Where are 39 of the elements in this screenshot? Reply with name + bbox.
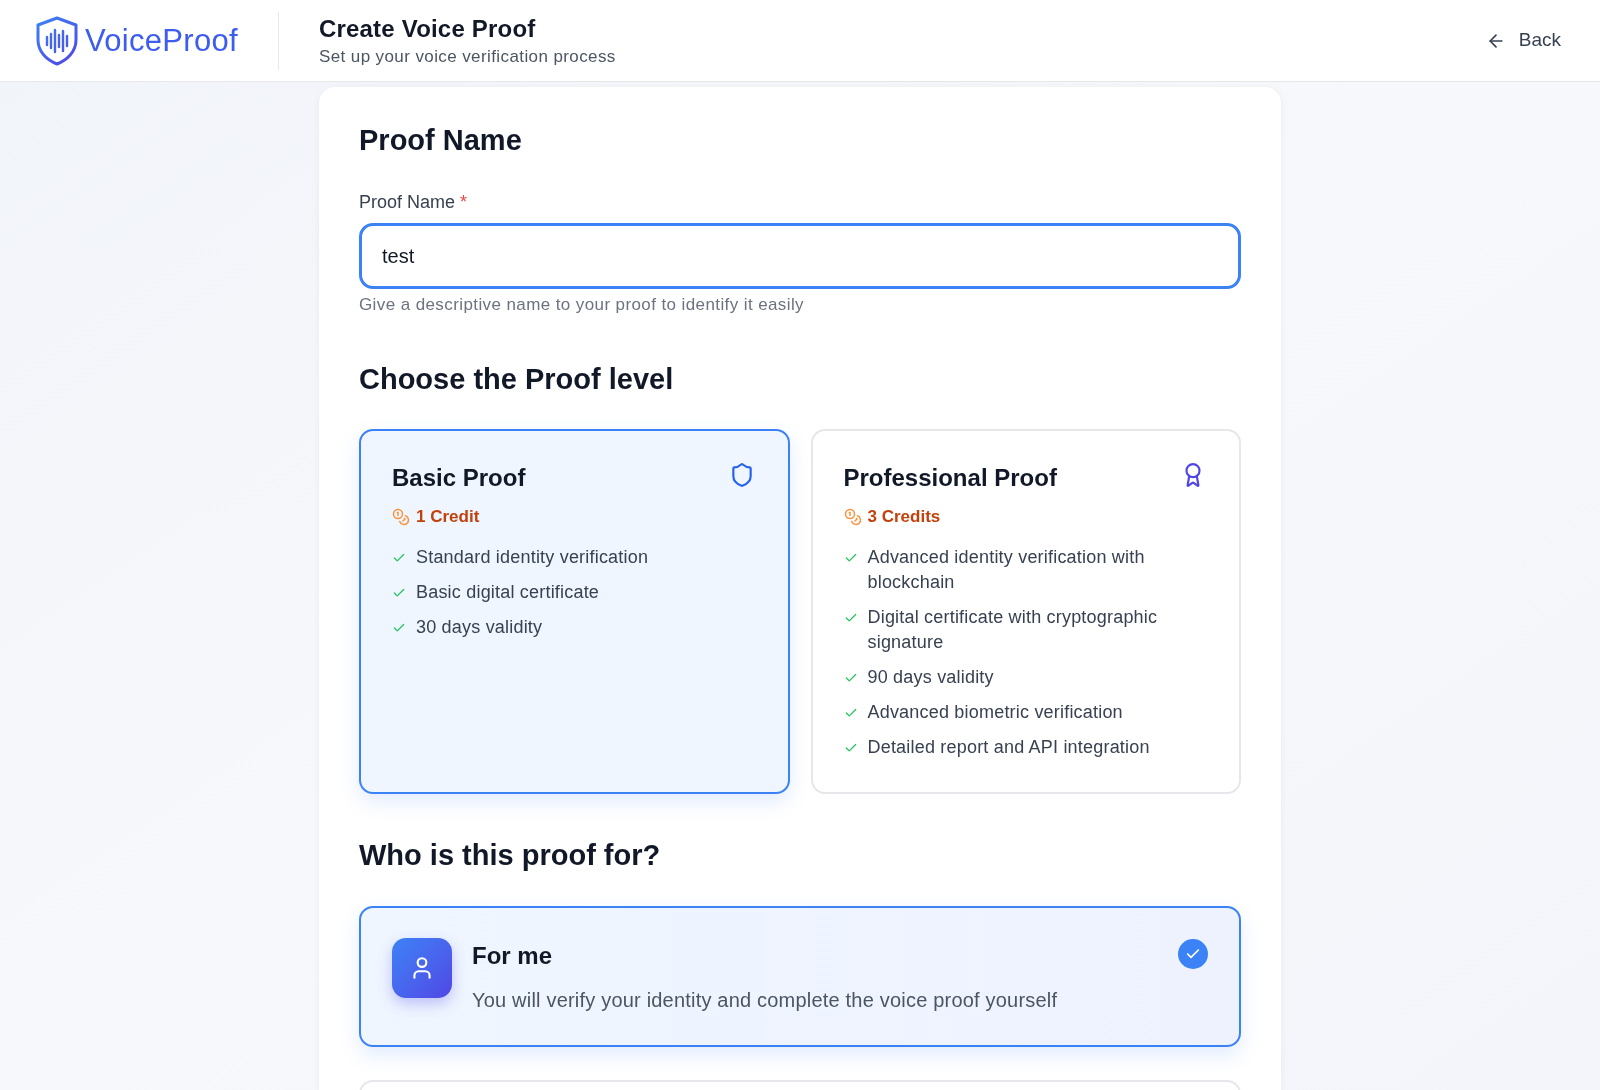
check-icon (392, 621, 406, 635)
section-heading: Proof Name (359, 123, 523, 157)
credit-cost: 3 Credits (867, 506, 941, 528)
page-subtitle: Set up your voice verification process (318, 45, 616, 68)
coins-icon (843, 508, 862, 526)
feature-text: Advanced identity verification with blockchain (867, 546, 1146, 594)
check-icon (843, 551, 858, 565)
recipient-option-card[interactable]: For me You will verify your identity and complete the voice proof yourself (359, 906, 1241, 1047)
input-field[interactable]: test (359, 223, 1241, 289)
feature-text: Digital certificate with cryptographic signature (867, 606, 1159, 654)
feature-text: Standard identity verification (416, 546, 650, 569)
credit-cost: 1 Credit (416, 506, 480, 528)
feature-text: 30 days validity (416, 616, 544, 639)
logo-text: VoiceProof (85, 25, 238, 56)
option-description: You will verify your identity and complete the voice proof yourself (472, 988, 1059, 1013)
check-icon (843, 741, 858, 755)
option-title: For me (472, 941, 553, 971)
field-label: Proof Name * (359, 191, 469, 214)
section-heading: Choose the Proof level (359, 362, 675, 396)
feature-text: Basic digital certificate (416, 581, 601, 604)
check-icon (843, 611, 858, 625)
page-title: Create Voice Proof (318, 13, 537, 44)
feature-text: Detailed report and API integration (867, 736, 1151, 759)
check-icon (392, 551, 406, 565)
card-title: Basic Proof (392, 463, 526, 493)
shield-soundwave-icon (35, 15, 79, 66)
check-icon (843, 671, 858, 685)
card-title: Professional Proof (843, 463, 1057, 493)
feature-text: 90 days validity (867, 666, 995, 689)
check-icon (843, 706, 858, 720)
check-icon (392, 586, 406, 600)
back-link[interactable]: Back (1485, 26, 1561, 55)
user-icon (392, 938, 452, 998)
feature-text: Advanced biometric verification (867, 701, 1124, 724)
section-heading: Who is this proof for? (359, 838, 662, 872)
proof-level-card[interactable]: Basic Proof 1 Credit Standard identity verification Basic digital certificate 30 days validity (359, 429, 790, 794)
helper-text: Give a descriptive name to your proof to identify it easily (359, 294, 806, 316)
proof-level-card[interactable] (810, 429, 1241, 794)
coins-icon (392, 508, 410, 526)
